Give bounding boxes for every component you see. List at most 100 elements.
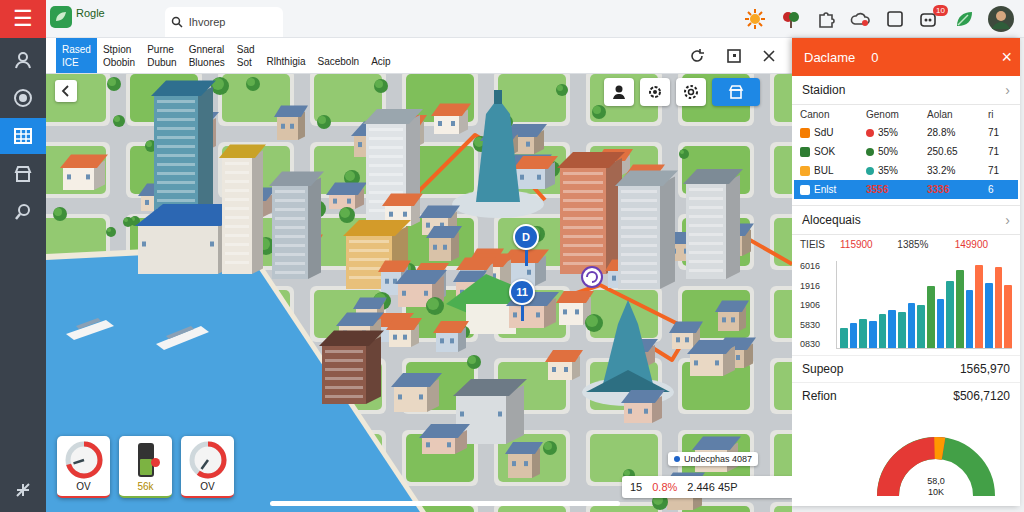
swirl-marker[interactable] (581, 266, 603, 292)
chart-axis: 60161916190658300830 (800, 261, 830, 349)
search-input[interactable] (187, 15, 277, 29)
chart-bar[interactable] (956, 270, 964, 348)
square-icon[interactable] (886, 10, 904, 28)
row-icon (800, 166, 810, 176)
map-tool[interactable] (712, 78, 760, 106)
toolbar-tab[interactable]: RasedICE (56, 38, 97, 73)
chart-bar[interactable] (917, 305, 925, 348)
chart-bar[interactable] (927, 286, 935, 348)
table-cell: 3336 (927, 184, 949, 195)
city-map[interactable]: D 11 OV 56k OV Undecphas 4087 150.8%2.446 45P (46, 74, 792, 512)
row-icon (800, 185, 810, 195)
column-header: ri (988, 109, 1012, 120)
column-header: Aolan (927, 109, 988, 120)
chart-bar[interactable] (946, 281, 954, 348)
stats-bar: 150.8%2.446 45P (622, 476, 792, 498)
table-row[interactable]: SdU35%28.8%71 (792, 123, 1020, 142)
axis-tick: 1916 (800, 281, 830, 291)
column-header: Canon (800, 109, 866, 120)
toolbar-tab[interactable]: Saceboln (311, 38, 365, 73)
chart-bar[interactable] (898, 312, 906, 348)
chart-bar[interactable] (966, 290, 974, 348)
chart-bar[interactable] (937, 299, 945, 348)
tab-label: Rased (62, 43, 91, 56)
bar-chart (836, 261, 1012, 349)
leaf-icon[interactable] (954, 9, 974, 29)
top-bar: Rogle 10 (46, 0, 1024, 38)
table-row[interactable]: BUL35%33.2%71 (792, 161, 1020, 180)
sidebar-item[interactable] (0, 156, 46, 192)
person-pin-icon (13, 50, 33, 70)
table-cell: 71 (988, 146, 999, 157)
panel-close-button[interactable]: × (1001, 48, 1012, 66)
chart-bar[interactable] (985, 283, 993, 348)
shop-icon (727, 83, 745, 101)
gauge-label: 56k (137, 481, 153, 492)
back-button[interactable] (55, 80, 77, 102)
table-cell: BUL (814, 165, 833, 176)
cloud-gear-icon[interactable] (850, 9, 872, 29)
search-field[interactable] (165, 7, 283, 37)
status-dot (866, 129, 874, 137)
chart-bar[interactable] (1004, 285, 1012, 348)
toolbar-tab[interactable]: Rlhthigia (261, 38, 312, 73)
sidebar-item[interactable] (0, 42, 46, 78)
table-row[interactable]: Enlst355633366 (794, 180, 1018, 199)
chart-bar[interactable] (850, 323, 858, 348)
map-tool[interactable] (676, 78, 706, 106)
chart-bar[interactable] (840, 328, 848, 348)
gauge-card[interactable]: 56k (119, 436, 172, 498)
gauge-card[interactable]: OV (57, 436, 110, 498)
pin-label: D (513, 224, 539, 250)
chart-bar[interactable] (975, 265, 983, 348)
map-scrollbar[interactable] (270, 501, 620, 506)
tooltip-text: Undecphas 4087 (684, 454, 752, 464)
panel-count: 0 (871, 50, 878, 65)
table-row[interactable]: SOK50%250.6571 (792, 142, 1020, 161)
chart-bar[interactable] (879, 314, 887, 348)
chart-bar[interactable] (888, 310, 896, 348)
notifications[interactable]: 10 (918, 9, 940, 29)
sidebar-item[interactable] (0, 118, 46, 154)
menu-button[interactable]: ☰ (13, 8, 33, 30)
chart-bar[interactable] (859, 319, 867, 348)
close-icon[interactable] (762, 49, 776, 63)
table-cell: 71 (988, 165, 999, 176)
map-pin[interactable]: 11 (509, 279, 535, 321)
tab-label: Gnneral (189, 43, 225, 56)
table-cell: 3556 (866, 184, 888, 195)
axis-tick: 1906 (800, 300, 830, 310)
semicircle-gauge: 58,010K (876, 434, 996, 500)
avatar-icon[interactable] (988, 6, 1014, 32)
toolbar-tab[interactable]: SadSot (231, 38, 261, 73)
chart-bar[interactable] (908, 303, 916, 348)
toolbar-tab[interactable]: GnneralBluones (183, 38, 231, 73)
map-tool[interactable] (604, 78, 634, 106)
table-cell: 35% (878, 165, 898, 176)
puzzle-icon[interactable] (816, 9, 836, 29)
toolbar-tab[interactable]: PurneDubun (141, 38, 182, 73)
gauge-reading: 10K (928, 487, 944, 498)
window-icon[interactable] (726, 48, 742, 64)
chart-bar[interactable] (869, 321, 877, 348)
chart-bar[interactable] (995, 267, 1003, 348)
tab-label: Rlhthigia (267, 55, 306, 68)
map-tool[interactable] (640, 78, 670, 106)
sun-icon[interactable] (744, 8, 766, 30)
tab-label: Sot (237, 56, 255, 69)
gauge-card[interactable]: OV (181, 436, 234, 498)
toolbar-tab[interactable]: Acip (365, 38, 396, 73)
refresh-icon[interactable] (688, 47, 706, 65)
sidebar-item[interactable] (0, 80, 46, 116)
map-pin[interactable]: D (513, 224, 539, 266)
logo[interactable]: Rogle (50, 6, 105, 32)
axis-tick: 6016 (800, 261, 830, 271)
tree-icon[interactable] (780, 8, 802, 30)
section-header[interactable]: Alocequais› (792, 205, 1020, 235)
section-header[interactable]: Staidion› (792, 76, 1020, 105)
tools-icon[interactable] (14, 481, 32, 499)
summary-row: TIEIS1159001385%149900 (792, 235, 1020, 257)
details-panel: Daclame0×Staidion›CanonGenomAolanriSdU35… (792, 38, 1020, 506)
toolbar-tab[interactable]: StpionObobin (97, 38, 141, 73)
sidebar-item[interactable] (0, 194, 46, 230)
